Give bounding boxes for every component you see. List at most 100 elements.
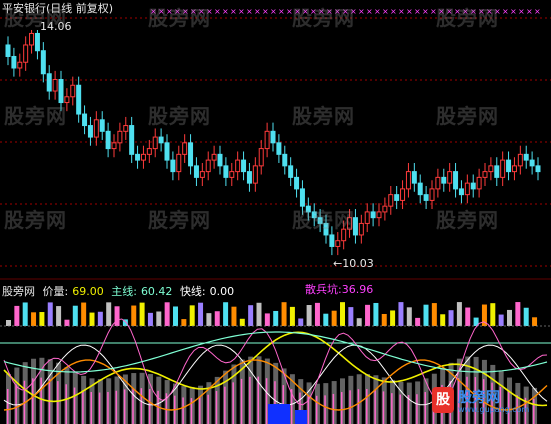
pink-bar xyxy=(7,389,9,424)
candle-body xyxy=(252,165,258,184)
candle-body xyxy=(5,44,11,57)
signal-bar xyxy=(365,304,371,326)
signal-bar xyxy=(340,302,345,326)
candle-body xyxy=(99,119,105,132)
candle-body xyxy=(182,142,188,155)
signal-bar xyxy=(181,319,187,326)
fast-line-label: 快线: xyxy=(179,285,206,298)
candle-body xyxy=(176,153,182,173)
signal-bar xyxy=(398,302,404,326)
candle-body xyxy=(441,176,447,184)
indicator-name: 股旁网 xyxy=(2,285,35,298)
marker-x: × xyxy=(358,7,365,16)
signal-bar xyxy=(423,304,429,326)
signal-bar xyxy=(223,302,229,326)
candle-body xyxy=(447,171,453,184)
low-price-label: ←10.03 xyxy=(333,257,374,270)
pink-bar xyxy=(148,389,151,424)
signal-bar xyxy=(515,302,521,326)
candle-body xyxy=(405,171,411,190)
candle-body xyxy=(17,61,23,69)
signal-bar xyxy=(281,302,287,326)
marker-x: × xyxy=(374,7,381,16)
candle-body xyxy=(411,171,417,184)
marker-x: × xyxy=(262,7,269,16)
pink-bar xyxy=(257,376,259,424)
signal-bar xyxy=(56,306,62,326)
retail-pit-label: 散兵坑: xyxy=(305,283,342,296)
pink-bar xyxy=(65,384,67,424)
candle-body xyxy=(453,171,459,190)
marker-x: × xyxy=(366,7,373,16)
candle-body xyxy=(264,130,270,150)
watermark: 股旁网 xyxy=(436,104,499,128)
pink-bar xyxy=(357,389,360,424)
pink-bar xyxy=(182,397,184,424)
pink-bar xyxy=(240,378,243,424)
candle-body xyxy=(276,142,282,155)
pink-bar xyxy=(107,392,109,424)
pink-bar xyxy=(215,391,218,424)
pink-bar xyxy=(399,394,401,424)
candle-body xyxy=(506,159,512,173)
signal-bar xyxy=(440,314,446,326)
candle-body xyxy=(458,188,464,196)
candle-body xyxy=(476,176,482,190)
signal-bar xyxy=(131,305,137,326)
pink-bar xyxy=(374,389,376,424)
watermark: 股旁网 xyxy=(4,104,67,128)
signal-bar xyxy=(6,320,11,326)
signal-bar xyxy=(248,305,254,326)
candle-body xyxy=(482,171,488,178)
signal-bar xyxy=(456,302,462,326)
pink-bar xyxy=(199,397,201,424)
signal-bar xyxy=(314,302,320,326)
candle-body xyxy=(11,55,17,69)
marker-x: × xyxy=(422,7,429,16)
candle-body xyxy=(158,136,164,144)
main-line-label: 主线: xyxy=(111,285,137,298)
signal-bar xyxy=(81,302,87,326)
pink-bar xyxy=(82,390,84,424)
marker-x: × xyxy=(270,7,277,16)
marker-x: × xyxy=(246,7,253,16)
signal-bar xyxy=(139,302,145,326)
price-volume-value: 69.00 xyxy=(72,285,104,298)
watermark: 股旁网 xyxy=(292,208,355,232)
candle-body xyxy=(229,171,235,178)
pink-bar xyxy=(416,394,418,424)
watermark: 股旁网 xyxy=(292,104,355,128)
candle-body xyxy=(23,44,29,63)
signal-bar xyxy=(523,307,529,326)
signal-bar xyxy=(390,310,396,326)
signal-bar xyxy=(448,310,454,326)
marker-x: × xyxy=(406,7,413,16)
watermark: 股旁网 xyxy=(148,104,211,128)
signal-bar xyxy=(198,302,204,326)
candle-body xyxy=(188,142,194,167)
candle-body xyxy=(500,159,506,178)
logo-name: 股旁网 xyxy=(458,390,500,406)
signal-bar xyxy=(298,318,304,326)
candle-body xyxy=(223,165,229,178)
marker-x: × xyxy=(390,7,397,16)
candle-body xyxy=(370,211,376,219)
signal-bar xyxy=(356,318,362,326)
signal-bar xyxy=(173,306,178,326)
pink-bar xyxy=(382,391,385,424)
pink-bar xyxy=(123,389,126,424)
signal-bar xyxy=(22,302,28,326)
candle-body xyxy=(40,50,46,75)
signal-bar xyxy=(14,305,20,326)
candle-body xyxy=(140,153,146,161)
candle-body xyxy=(93,119,99,138)
candle-body xyxy=(152,136,158,150)
signal-bar xyxy=(114,306,120,326)
candle-body xyxy=(423,194,429,201)
candle-body xyxy=(335,240,341,247)
signal-bar xyxy=(214,311,220,326)
watermark: 股旁网 xyxy=(436,208,499,232)
marker-x: × xyxy=(518,7,525,16)
candle-body xyxy=(87,125,93,138)
signal-bar xyxy=(231,306,237,326)
